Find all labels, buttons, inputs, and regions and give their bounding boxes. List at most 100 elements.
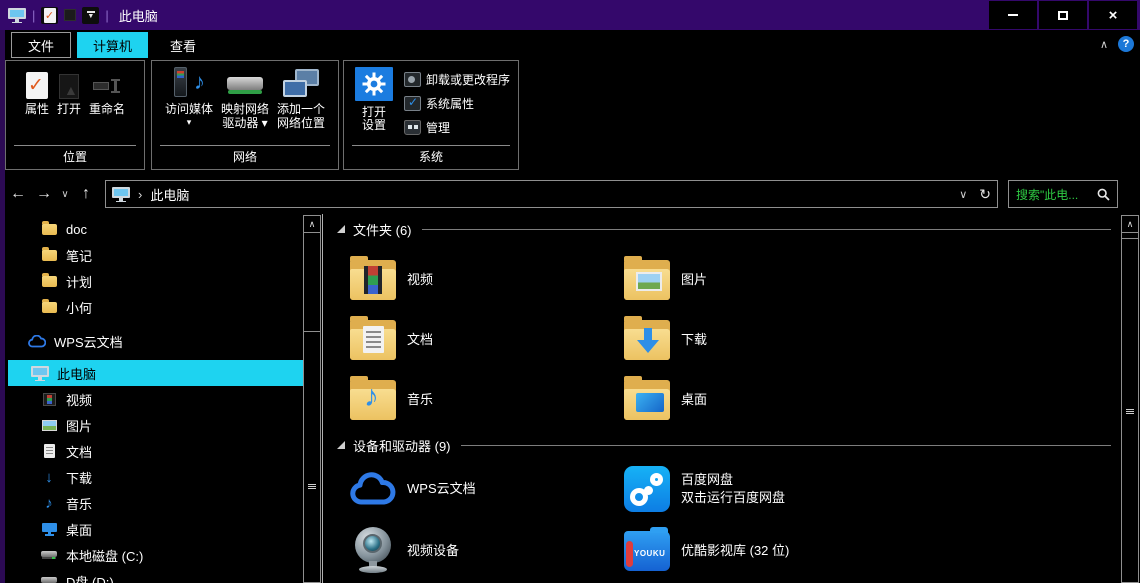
tab-computer[interactable]: 计算机 <box>77 32 148 58</box>
group-label-network: 网络 <box>152 145 338 169</box>
section-rule <box>422 229 1111 230</box>
desktop-icon <box>40 521 58 538</box>
map-drive-icon <box>227 69 263 99</box>
close-button[interactable]: × <box>1089 1 1137 29</box>
titlebar: | ✓ ▼ | 此电脑 × <box>0 0 1140 30</box>
address-bar[interactable]: › 此电脑 ∨ ↻ <box>105 180 998 208</box>
rename-button[interactable]: 重命名 <box>86 67 128 118</box>
customize-dropdown-icon: ▼ <box>87 11 95 20</box>
main-scrollbar[interactable]: ∧ <box>1121 215 1139 583</box>
sidebar-item-downloads[interactable]: ↓ 下载 <box>5 464 303 490</box>
documents-folder-icon <box>349 316 397 364</box>
ribbon: ✓ 属性 ▲ 打开 重命名 位置 ♪ 访问媒体 ▾ <box>5 58 1140 174</box>
map-network-drive-button[interactable]: 映射网络 驱动器 ▾ <box>218 67 272 132</box>
files-panel: 文件夹 (6) 视频 图片 <box>322 214 1121 583</box>
manage-button[interactable]: 管理 <box>404 119 510 136</box>
folder-icon <box>40 273 58 290</box>
collapse-ribbon-icon[interactable]: ∧ <box>1100 38 1108 51</box>
this-pc-icon <box>31 365 49 382</box>
tab-file[interactable]: 文件 <box>11 32 71 58</box>
cloud-icon <box>28 333 46 350</box>
ribbon-group-network: ♪ 访问媒体 ▾ 映射网络 驱动器 ▾ 添加一个 网络位置 网络 <box>151 60 339 170</box>
titlebar-separator: | <box>32 8 35 23</box>
window-border <box>0 30 5 583</box>
sidebar-item-desktop[interactable]: 桌面 <box>5 516 303 542</box>
forward-button[interactable]: → <box>31 185 57 203</box>
sidebar-scrollbar[interactable]: ∧ <box>303 215 321 583</box>
section-header-devices[interactable]: 设备和驱动器 (9) <box>337 436 1111 454</box>
qat-customize-button[interactable]: ▼ <box>82 7 99 24</box>
pictures-folder-icon <box>623 256 671 304</box>
properties-button[interactable]: ✓ 属性 <box>22 67 52 118</box>
address-dropdown-icon[interactable]: ∨ <box>959 188 967 201</box>
tile-video-device[interactable]: 视频设备 <box>349 520 623 582</box>
uninstall-program-button[interactable]: 卸载或更改程序 <box>404 71 510 88</box>
scrollbar-grip-icon <box>308 484 316 489</box>
open-icon: ▲ <box>59 74 79 99</box>
open-settings-button[interactable]: 打开 设置 <box>352 67 396 133</box>
qat-properties-button[interactable]: ✓ <box>41 7 58 24</box>
section-header-folders[interactable]: 文件夹 (6) <box>337 220 1111 238</box>
minimize-button[interactable] <box>989 1 1037 29</box>
open-button[interactable]: ▲ 打开 <box>54 67 84 118</box>
network-location-icon <box>283 69 319 99</box>
tile-videos[interactable]: 视频 <box>349 250 623 310</box>
tile-wps-cloud[interactable]: WPS云文档 <box>349 458 623 520</box>
sidebar-item-pictures[interactable]: 图片 <box>5 412 303 438</box>
search-input-text[interactable]: 搜索"此电... <box>1016 186 1093 203</box>
sidebar-item-this-pc[interactable]: 此电脑 <box>8 360 303 386</box>
tile-music[interactable]: ♪ 音乐 <box>349 370 623 430</box>
help-icon[interactable]: ? <box>1118 36 1134 52</box>
system-properties-button[interactable]: 系统属性 <box>404 95 510 112</box>
tile-documents[interactable]: 文档 <box>349 310 623 370</box>
tile-youku-library[interactable]: YOUKU 优酷影视库 (32 位) <box>623 520 897 582</box>
uninstall-icon <box>404 72 421 87</box>
breadcrumb-chevron-icon: › <box>138 187 142 202</box>
sidebar-item-documents[interactable]: 文档 <box>5 438 303 464</box>
sidebar-item-music[interactable]: ♪ 音乐 <box>5 490 303 516</box>
tile-label-group: 百度网盘 双击运行百度网盘 <box>681 471 785 507</box>
downloads-folder-icon <box>623 316 671 364</box>
scrollbar-thumb[interactable] <box>304 331 320 582</box>
folder-icon <box>40 299 58 316</box>
tile-desktop[interactable]: 桌面 <box>623 370 897 430</box>
recent-locations-button[interactable]: ∨ <box>57 189 73 200</box>
back-button[interactable]: ← <box>5 185 31 203</box>
videos-icon <box>40 391 58 408</box>
tile-baidu-netdisk[interactable]: 百度网盘 双击运行百度网盘 <box>623 458 897 520</box>
add-network-location-button[interactable]: 添加一个 网络位置 <box>274 67 328 132</box>
search-box[interactable]: 搜索"此电... <box>1008 180 1118 208</box>
sidebar-item-notes[interactable]: 笔记 <box>5 242 303 268</box>
quick-access-toolbar: ✓ ▼ <box>41 7 99 24</box>
refresh-icon[interactable]: ↻ <box>979 186 991 203</box>
sidebar-item-doc[interactable]: doc <box>5 216 303 242</box>
sidebar-item-xiaohe[interactable]: 小何 <box>5 294 303 320</box>
up-button[interactable]: ↑ <box>73 185 99 203</box>
tile-downloads[interactable]: 下载 <box>623 310 897 370</box>
access-media-button[interactable]: ♪ 访问媒体 ▾ <box>162 67 216 131</box>
scrollbar-up-icon[interactable]: ∧ <box>1122 216 1138 233</box>
maximize-button[interactable] <box>1039 1 1087 29</box>
scrollbar-up-icon[interactable]: ∧ <box>304 216 320 233</box>
sidebar-item-wps-cloud[interactable]: WPS云文档 <box>5 328 303 354</box>
scrollbar-grip-icon <box>1126 409 1134 414</box>
ribbon-group-location: ✓ 属性 ▲ 打开 重命名 位置 <box>5 60 145 170</box>
youku-icon: YOUKU <box>623 527 671 575</box>
drive-icon <box>40 573 58 583</box>
group-label-location: 位置 <box>6 145 144 169</box>
tab-view[interactable]: 查看 <box>154 32 212 58</box>
sidebar-item-videos[interactable]: 视频 <box>5 386 303 412</box>
breadcrumb-root[interactable]: 此电脑 <box>150 185 189 204</box>
sidebar-item-disk-d[interactable]: D盘 (D:) <box>5 568 303 583</box>
tile-pictures[interactable]: 图片 <box>623 250 897 310</box>
system-properties-icon <box>404 96 421 111</box>
documents-icon <box>40 443 58 460</box>
group-label-system: 系统 <box>344 145 518 169</box>
qat-newfolder-button[interactable] <box>64 9 76 21</box>
scrollbar-thumb[interactable] <box>1122 238 1138 582</box>
sidebar-item-local-disk-c[interactable]: 本地磁盘 (C:) <box>5 542 303 568</box>
music-folder-icon: ♪ <box>349 376 397 424</box>
navigation-pane: doc 笔记 计划 小何 WPS云文档 <box>5 216 303 583</box>
sidebar-item-plan[interactable]: 计划 <box>5 268 303 294</box>
desktop-folder-icon <box>623 376 671 424</box>
